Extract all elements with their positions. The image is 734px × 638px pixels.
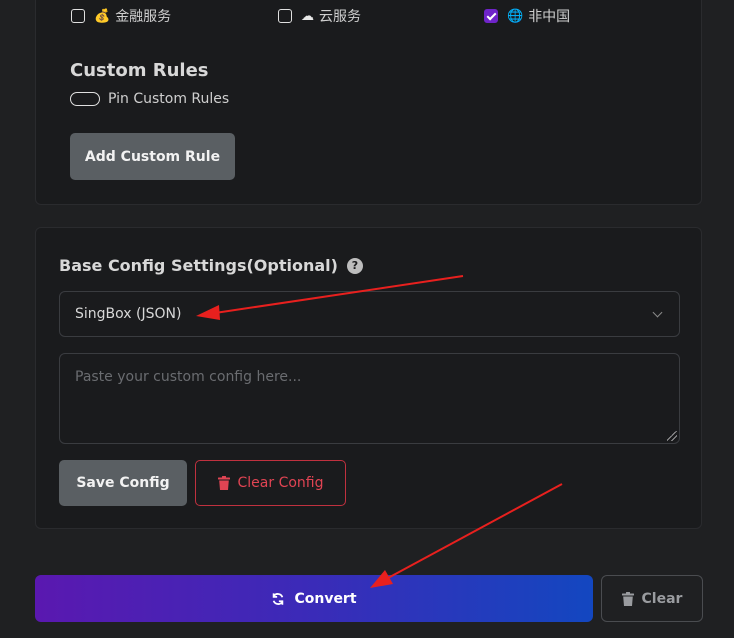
pin-toggle-switch[interactable] <box>70 92 100 106</box>
convert-label: Convert <box>294 590 357 607</box>
custom-rules-title: Custom Rules <box>70 60 209 81</box>
clear-config-label: Clear Config <box>237 475 324 491</box>
rules-card: 💰 金融服务 ☁ 云服务 🌐 非中国 Custom Rules Pin Cust… <box>35 0 702 205</box>
trash-icon <box>217 476 230 490</box>
chevron-down-icon <box>652 307 663 318</box>
money-bag-icon: 💰 <box>94 8 111 24</box>
checkbox-non-china[interactable] <box>484 9 498 23</box>
clear-label: Clear <box>641 590 683 607</box>
rule-option-cloud[interactable]: ☁ 云服务 <box>278 6 361 26</box>
add-custom-rule-button[interactable]: Add Custom Rule <box>70 133 235 180</box>
convert-button[interactable]: Convert <box>35 575 593 622</box>
clear-config-button[interactable]: Clear Config <box>195 460 346 506</box>
checkbox-finance[interactable] <box>71 9 85 23</box>
base-config-title: Base Config Settings(Optional) ? <box>59 256 363 275</box>
base-config-title-text: Base Config Settings(Optional) <box>59 256 338 275</box>
config-format-value: SingBox (JSON) <box>75 306 182 322</box>
rule-option-non-china[interactable]: 🌐 非中国 <box>484 6 570 26</box>
cloud-icon: ☁ <box>301 8 314 24</box>
rule-option-finance[interactable]: 💰 金融服务 <box>71 6 171 26</box>
refresh-icon <box>273 592 284 605</box>
trash-icon <box>621 591 634 606</box>
resize-handle-icon[interactable] <box>667 431 677 441</box>
checkbox-cloud[interactable] <box>278 9 292 23</box>
clear-button[interactable]: Clear <box>601 575 703 622</box>
pin-custom-rules-label: Pin Custom Rules <box>108 91 230 107</box>
save-config-button[interactable]: Save Config <box>59 460 187 506</box>
custom-config-textarea[interactable] <box>59 353 680 444</box>
rule-options-row: 💰 金融服务 ☁ 云服务 🌐 非中国 <box>36 6 701 28</box>
rule-option-label: 非中国 <box>528 9 571 25</box>
rule-option-label: 云服务 <box>319 9 361 25</box>
rule-option-label: 金融服务 <box>115 9 172 25</box>
help-icon[interactable]: ? <box>346 257 363 274</box>
base-config-card: Base Config Settings(Optional) ? SingBox… <box>35 227 702 529</box>
globe-icon: 🌐 <box>507 8 524 24</box>
config-format-select[interactable]: SingBox (JSON) <box>59 291 680 337</box>
pin-custom-rules[interactable]: Pin Custom Rules <box>70 91 229 107</box>
